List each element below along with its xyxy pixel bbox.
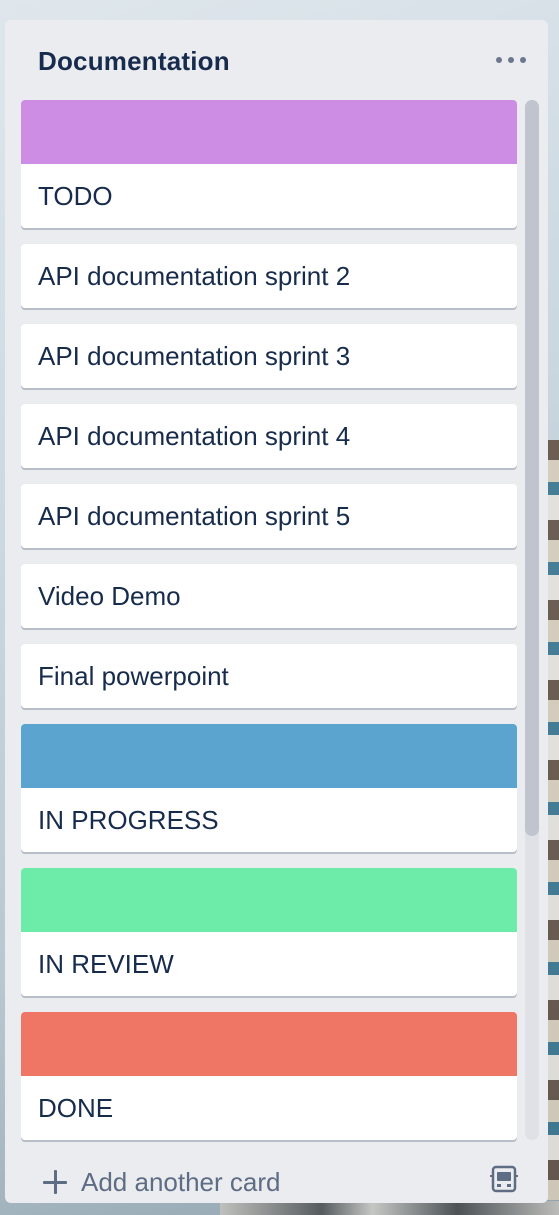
card-done[interactable]: DONE: [21, 1012, 517, 1140]
card-cover: [21, 724, 517, 788]
documentation-list: Documentation TODO API documentation spr…: [5, 20, 548, 1203]
more-horizontal-icon[interactable]: [496, 50, 526, 70]
card-title: API documentation sprint 5: [38, 501, 351, 531]
card-title: Final powerpoint: [38, 661, 229, 691]
card-title: API documentation sprint 4: [38, 421, 351, 451]
card-title: API documentation sprint 2: [38, 261, 351, 291]
vertical-scrollbar[interactable]: [525, 100, 539, 1140]
card-cover: [21, 1012, 517, 1076]
menu-dot: [508, 57, 514, 63]
card-api-doc-sprint-4[interactable]: API documentation sprint 4: [21, 404, 517, 468]
card-title: IN PROGRESS: [38, 805, 219, 835]
card-api-doc-sprint-5[interactable]: API documentation sprint 5: [21, 484, 517, 548]
card-final-powerpoint[interactable]: Final powerpoint: [21, 644, 517, 708]
card-cover: [21, 868, 517, 932]
menu-dot: [520, 57, 526, 63]
add-card-button[interactable]: Add another card: [43, 1162, 280, 1202]
card-api-doc-sprint-2[interactable]: API documentation sprint 2: [21, 244, 517, 308]
card-title: DONE: [38, 1093, 114, 1123]
card-template-icon[interactable]: [490, 1164, 518, 1194]
card-template-icon-svg: [490, 1165, 518, 1193]
plus-icon: [43, 1170, 67, 1194]
card-in-review[interactable]: IN REVIEW: [21, 868, 517, 996]
add-card-label: Add another card: [81, 1166, 281, 1197]
scrollbar-thumb[interactable]: [525, 100, 539, 836]
card-todo[interactable]: TODO: [21, 100, 517, 228]
background-scenery-bottom: [220, 1201, 559, 1215]
card-list: TODO API documentation sprint 2 API docu…: [21, 100, 517, 1148]
card-title: TODO: [38, 181, 113, 211]
card-title: API documentation sprint 3: [38, 341, 351, 371]
card-title: Video Demo: [38, 581, 181, 611]
card-title: IN REVIEW: [38, 949, 174, 979]
list-header: Documentation: [5, 20, 548, 100]
list-footer: Add another card: [5, 1148, 548, 1203]
card-in-progress[interactable]: IN PROGRESS: [21, 724, 517, 852]
card-video-demo[interactable]: Video Demo: [21, 564, 517, 628]
card-cover: [21, 100, 517, 164]
list-title[interactable]: Documentation: [38, 46, 230, 77]
card-api-doc-sprint-3[interactable]: API documentation sprint 3: [21, 324, 517, 388]
menu-dot: [496, 57, 502, 63]
